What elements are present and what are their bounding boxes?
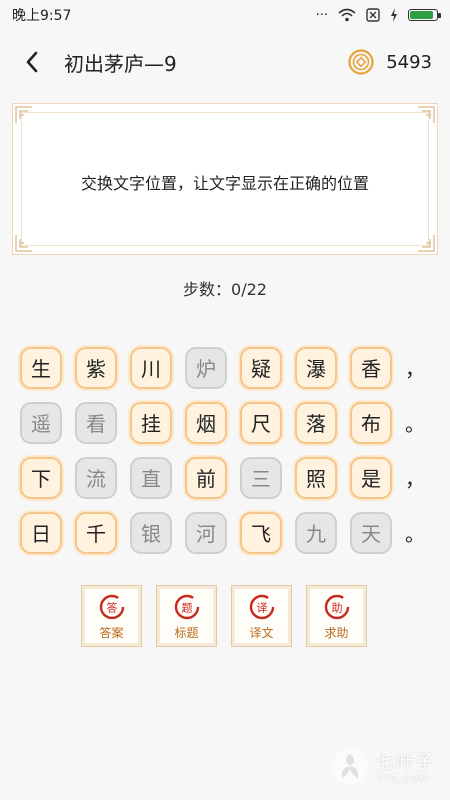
translation-seal-icon: 译 bbox=[249, 594, 274, 620]
char-tile[interactable]: 布 bbox=[350, 401, 392, 444]
char-tile[interactable]: 天 bbox=[350, 511, 392, 554]
punctuation-mark: 。 bbox=[405, 522, 425, 546]
char-tile[interactable]: 河 bbox=[185, 511, 227, 554]
title-bar: 初出茅庐—9 5493 bbox=[0, 30, 450, 94]
status-time: 晚上9:57 bbox=[12, 8, 72, 24]
title-seal-icon: 题 bbox=[174, 594, 199, 620]
signal-dots-icon: ··· bbox=[315, 7, 328, 23]
translation-button[interactable]: 译 译文 bbox=[231, 585, 292, 647]
watermark-brand: 七叶子 bbox=[376, 751, 436, 773]
svg-text:答: 答 bbox=[106, 601, 117, 615]
poem-line: 生 紫 川 炉 疑 瀑 香 ， bbox=[20, 340, 440, 395]
corner-ornament-icon bbox=[15, 106, 32, 123]
char-tile[interactable]: 川 bbox=[130, 346, 172, 389]
char-tile[interactable]: 落 bbox=[295, 401, 337, 444]
svg-text:助: 助 bbox=[331, 601, 342, 615]
char-tile[interactable]: 银 bbox=[130, 511, 172, 554]
title-label: 标题 bbox=[174, 626, 199, 640]
char-tile[interactable]: 前 bbox=[185, 456, 227, 499]
char-tile[interactable]: 三 bbox=[240, 456, 282, 499]
char-tile[interactable]: 生 bbox=[20, 346, 62, 389]
battery-icon bbox=[408, 9, 441, 21]
svg-text:译: 译 bbox=[256, 602, 267, 615]
punctuation-mark: ， bbox=[405, 357, 425, 381]
wifi-icon bbox=[338, 8, 356, 22]
char-tile[interactable]: 烟 bbox=[185, 401, 227, 444]
char-tile[interactable]: 直 bbox=[130, 456, 172, 499]
char-tile[interactable]: 瀑 bbox=[295, 346, 337, 389]
no-sim-icon bbox=[366, 8, 380, 22]
coin-count: 5493 bbox=[386, 51, 432, 73]
answer-seal-icon: 答 bbox=[99, 594, 124, 620]
status-icons: ··· bbox=[315, 7, 441, 23]
char-tile[interactable]: 飞 bbox=[240, 511, 282, 554]
poem-line: 下 流 直 前 三 照 是 ， bbox=[20, 450, 440, 505]
page-title: 初出茅庐—9 bbox=[64, 51, 177, 76]
char-tile[interactable]: 九 bbox=[295, 511, 337, 554]
charging-icon bbox=[391, 8, 397, 22]
step-counter: 步数：0/22 bbox=[183, 280, 267, 299]
coin-icon bbox=[348, 49, 374, 75]
character-grid: 生 紫 川 炉 疑 瀑 香 ， 遥 看 挂 烟 尺 落 布 。 下 流 直 前 … bbox=[20, 340, 440, 560]
corner-ornament-icon bbox=[15, 235, 32, 252]
corner-ornament-icon bbox=[418, 235, 435, 252]
watermark-text: 七叶子 7YZ.COM bbox=[376, 748, 436, 785]
char-tile[interactable]: 香 bbox=[350, 346, 392, 389]
watermark: 七叶子 7YZ.COM bbox=[330, 746, 436, 786]
back-button[interactable] bbox=[18, 48, 46, 76]
char-tile[interactable]: 炉 bbox=[185, 346, 227, 389]
help-label: 求助 bbox=[324, 626, 349, 640]
char-tile[interactable]: 下 bbox=[20, 456, 62, 499]
char-tile[interactable]: 照 bbox=[295, 456, 337, 499]
char-tile[interactable]: 看 bbox=[75, 401, 117, 444]
help-button[interactable]: 助 求助 bbox=[306, 585, 367, 647]
punctuation-mark: 。 bbox=[405, 412, 425, 436]
watermark-domain: 7YZ.COM bbox=[376, 773, 429, 785]
char-tile[interactable]: 遥 bbox=[20, 401, 62, 444]
chevron-left-icon bbox=[26, 51, 38, 73]
status-bar: 晚上9:57 ··· bbox=[0, 0, 450, 30]
help-seal-icon: 助 bbox=[324, 594, 349, 620]
char-tile[interactable]: 紫 bbox=[75, 346, 117, 389]
char-tile[interactable]: 挂 bbox=[130, 401, 172, 444]
title-button[interactable]: 题 标题 bbox=[156, 585, 217, 647]
answer-label: 答案 bbox=[99, 626, 124, 640]
poem-line: 遥 看 挂 烟 尺 落 布 。 bbox=[20, 395, 440, 450]
svg-text:题: 题 bbox=[181, 602, 192, 615]
char-tile[interactable]: 尺 bbox=[240, 401, 282, 444]
poem-line: 日 千 银 河 飞 九 天 。 bbox=[20, 505, 440, 560]
char-tile[interactable]: 是 bbox=[350, 456, 392, 499]
answer-button[interactable]: 答 答案 bbox=[81, 585, 142, 647]
char-tile[interactable]: 疑 bbox=[240, 346, 282, 389]
instruction-card: 交换文字位置，让文字显示在正确的位置 bbox=[12, 103, 438, 255]
char-tile[interactable]: 日 bbox=[20, 511, 62, 554]
coin-balance: 5493 bbox=[348, 49, 432, 75]
punctuation-mark: ， bbox=[405, 467, 425, 491]
corner-ornament-icon bbox=[418, 106, 435, 123]
char-tile[interactable]: 流 bbox=[75, 456, 117, 499]
action-buttons: 答 答案 题 标题 译 译文 助 求助 bbox=[81, 585, 367, 647]
instruction-text: 交换文字位置，让文字显示在正确的位置 bbox=[80, 174, 369, 193]
leaf-logo-icon bbox=[332, 748, 368, 784]
char-tile[interactable]: 千 bbox=[75, 511, 117, 554]
translation-label: 译文 bbox=[249, 626, 274, 640]
